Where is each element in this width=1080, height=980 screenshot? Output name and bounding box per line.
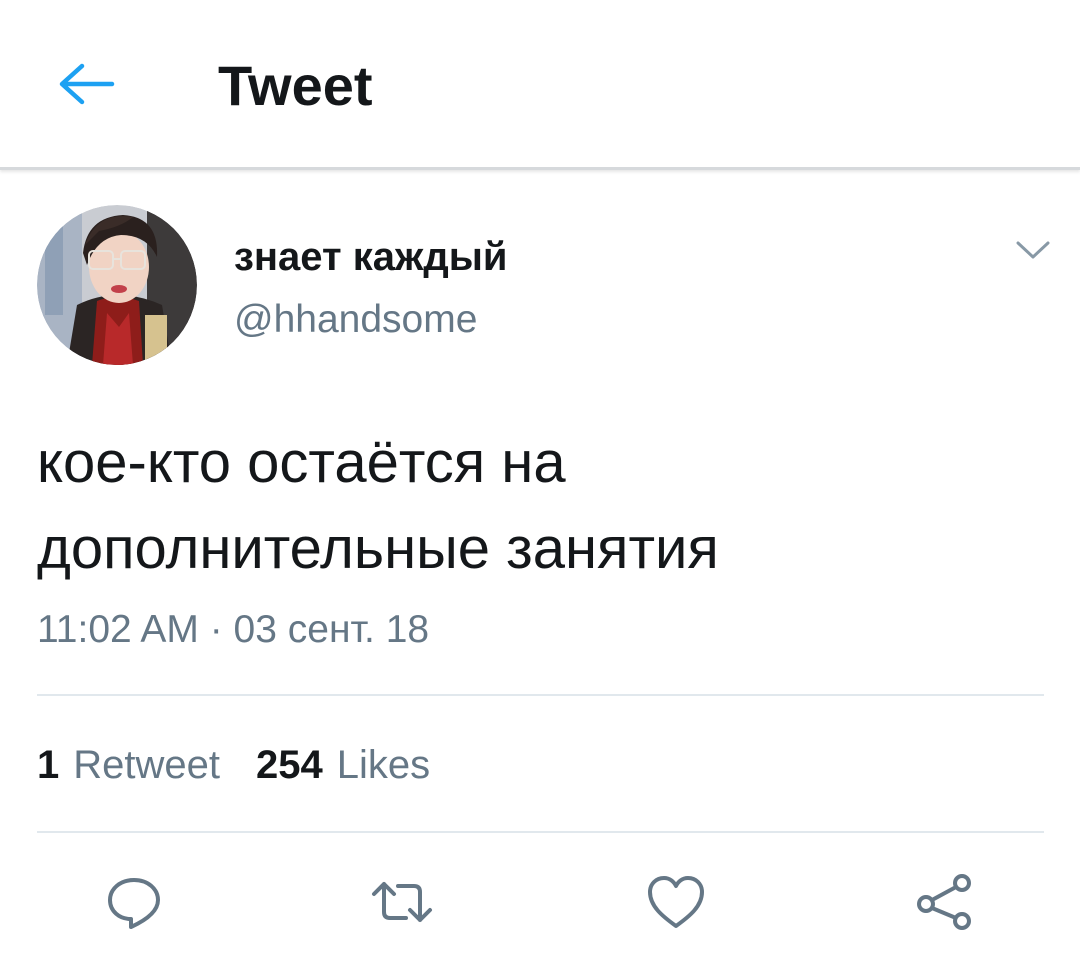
likes-stat[interactable]: 254 Likes: [256, 740, 430, 790]
page-title: Tweet: [218, 54, 373, 117]
divider: [37, 831, 1044, 833]
likes-count: 254: [256, 743, 323, 787]
retweets-count: 1: [37, 743, 60, 787]
retweets-label: Retweet: [73, 743, 220, 787]
top-app-bar: Tweet: [0, 0, 1080, 170]
share-button[interactable]: [912, 870, 976, 934]
tweet-text-line-1: кое-кто остаётся на: [37, 430, 566, 495]
like-button[interactable]: [644, 870, 708, 934]
share-nodes-icon: [917, 874, 971, 930]
speech-bubble-icon: [108, 878, 160, 929]
back-button[interactable]: [54, 58, 118, 110]
heart-icon: [648, 876, 704, 928]
tweet-text-line-2: дополнительные занятия: [37, 516, 719, 581]
tweet-timestamp: 11:02 AM · 03 сент. 18: [37, 608, 430, 651]
avatar-photo: [37, 205, 197, 365]
tweet-text: кое-кто остаётся на дополнительные занят…: [37, 420, 1037, 592]
bottom-edge: [0, 970, 1080, 980]
likes-label: Likes: [336, 743, 431, 787]
arrow-left-icon: [59, 63, 115, 105]
tweet-stats: 1 Retweet 254 Likes: [37, 740, 430, 790]
author-display-name[interactable]: знает каждый: [234, 234, 507, 280]
divider: [37, 694, 1044, 696]
author-handle[interactable]: @hhandsome: [234, 297, 477, 343]
retweets-stat[interactable]: 1 Retweet: [37, 740, 220, 790]
avatar[interactable]: [37, 205, 197, 365]
retweet-arrows-icon: [372, 882, 432, 922]
reply-button[interactable]: [102, 870, 166, 934]
retweet-button[interactable]: [370, 870, 434, 934]
tweet-menu-button[interactable]: [1008, 230, 1058, 270]
chevron-down-icon: [1016, 241, 1050, 259]
